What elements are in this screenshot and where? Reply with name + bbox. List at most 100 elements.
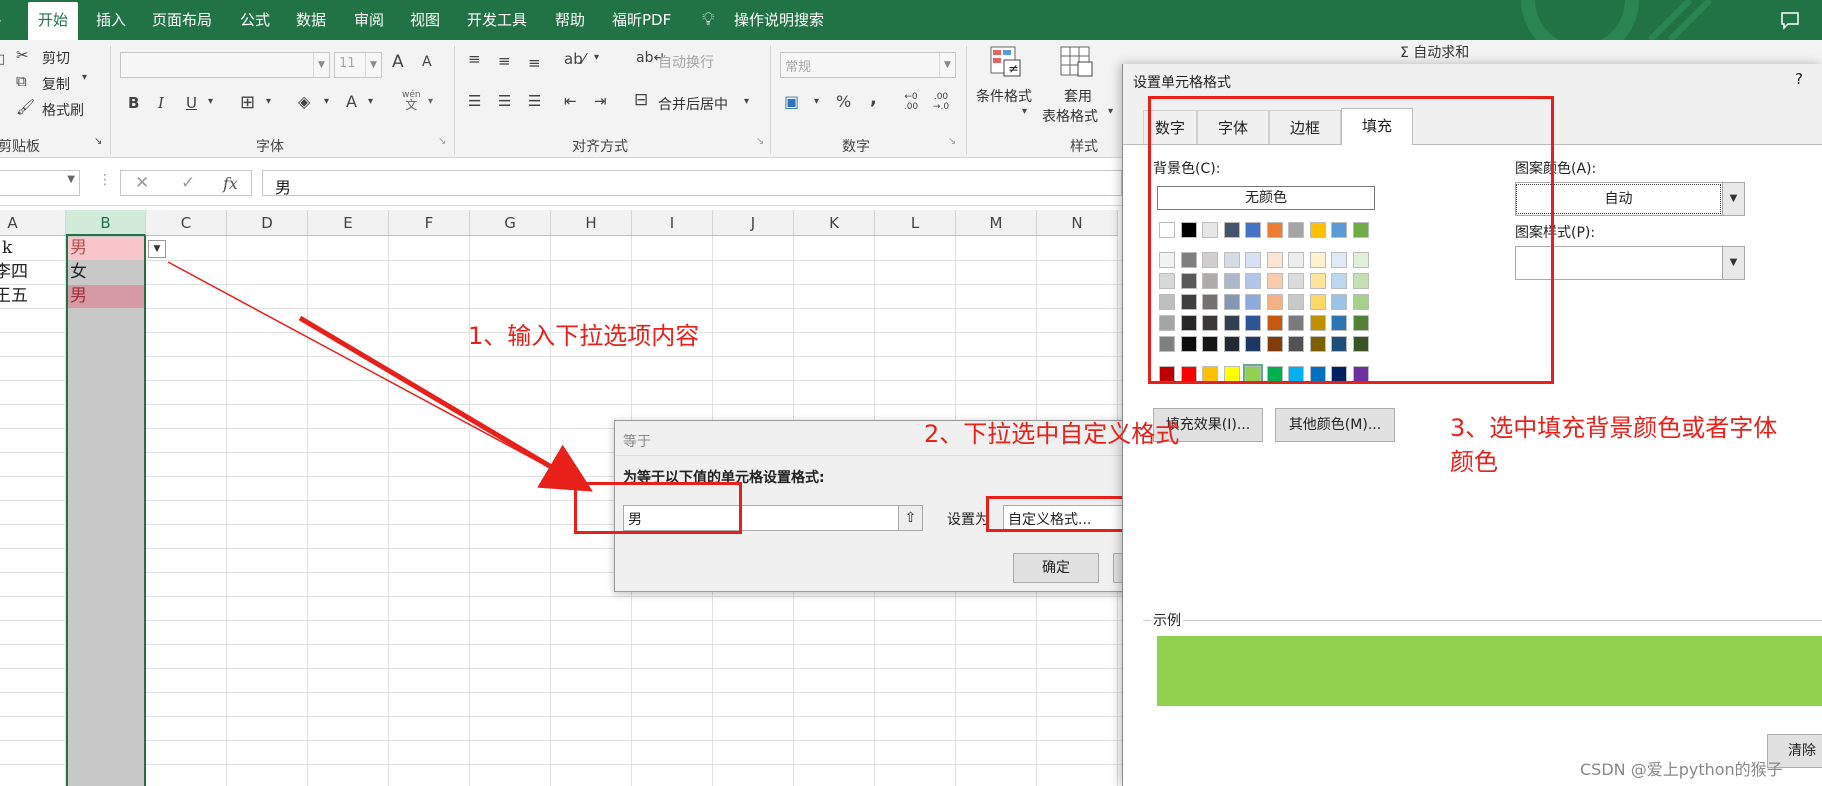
grow-font-button[interactable]: A — [392, 52, 404, 72]
italic-button[interactable]: I — [158, 94, 164, 112]
table-format-label-1[interactable]: 套用 — [1064, 86, 1092, 106]
selected-column-b[interactable] — [66, 236, 146, 786]
column-header-d[interactable]: D — [227, 210, 308, 236]
tab-page-layout[interactable]: 页面布局 — [152, 0, 212, 40]
font-color-icon[interactable]: A — [346, 92, 357, 111]
decrease-indent-icon[interactable]: ⇤ — [564, 92, 577, 110]
help-button[interactable]: ? — [1795, 70, 1803, 88]
paste-icon[interactable]: ▯ — [0, 52, 5, 67]
cell-a2[interactable]: 李四 — [0, 260, 28, 284]
copy-button[interactable]: 复制 — [42, 74, 70, 94]
tab-formulas[interactable]: 公式 — [240, 0, 270, 40]
tab-home[interactable]: 开始 — [28, 2, 79, 40]
merge-center-button[interactable]: 合并后居中 — [658, 94, 728, 114]
table-format-label-2[interactable]: 表格格式 — [1042, 106, 1098, 126]
insert-function-button[interactable]: fx — [223, 174, 238, 193]
font-color-dropdown-chevron-icon[interactable]: ▾ — [368, 96, 373, 107]
clipboard-launcher-icon[interactable]: ↘ — [94, 136, 102, 147]
tab-help[interactable]: 帮助 — [555, 0, 585, 40]
formula-input[interactable]: 男 — [262, 170, 1122, 197]
phonetic-guide-icon[interactable]: wén 文 — [402, 90, 421, 112]
accounting-chevron-icon[interactable]: ▾ — [814, 96, 819, 107]
align-center-icon[interactable]: ☰ — [498, 92, 511, 110]
underline-button[interactable]: U — [186, 94, 197, 112]
column-header-j[interactable]: J — [713, 210, 794, 236]
column-header-k[interactable]: K — [794, 210, 875, 236]
more-colors-button[interactable]: 其他颜色(M)... — [1275, 408, 1395, 442]
cell-b2[interactable]: 女 — [66, 260, 87, 284]
column-header-f[interactable]: F — [389, 210, 470, 236]
cell-b1[interactable]: 男 — [66, 236, 87, 260]
tell-me-search[interactable]: 操作说明搜索 — [734, 0, 824, 40]
name-box[interactable]: ▼ — [0, 170, 80, 196]
column-header-g[interactable]: G — [470, 210, 551, 236]
align-top-icon[interactable]: ≡ — [468, 50, 481, 68]
comma-button[interactable]: , — [870, 88, 877, 109]
file-tab-edge[interactable]: ‐ — [0, 0, 1, 40]
borders-icon[interactable]: ⊞ — [240, 92, 255, 113]
chevron-down-icon[interactable]: ▼ — [365, 53, 381, 77]
bold-button[interactable]: B — [128, 94, 139, 112]
dropdown-arrow-button[interactable]: ▼ — [148, 240, 166, 258]
font-launcher-icon[interactable]: ↘ — [438, 136, 446, 147]
font-size-combo[interactable]: 11 ▼ — [334, 52, 382, 78]
cancel-entry-icon[interactable]: ✕ — [135, 173, 149, 193]
column-header-e[interactable]: E — [308, 210, 389, 236]
cut-button[interactable]: 剪切 — [42, 48, 70, 68]
orientation-chevron-icon[interactable]: ▾ — [594, 52, 599, 63]
format-painter-button[interactable]: 格式刷 — [42, 100, 84, 120]
chevron-down-icon[interactable]: ▼ — [1722, 183, 1744, 215]
table-format-chevron-icon[interactable]: ▾ — [1108, 106, 1113, 117]
confirm-entry-icon[interactable]: ✓ — [181, 173, 195, 193]
column-header-m[interactable]: M — [956, 210, 1037, 236]
conditional-formatting-chevron-icon[interactable]: ▾ — [1022, 106, 1027, 117]
table-format-icon[interactable] — [1060, 46, 1094, 78]
orientation-icon[interactable]: ab⁄ — [564, 50, 585, 68]
align-middle-icon[interactable]: ≡ — [498, 52, 511, 70]
chevron-down-icon[interactable]: ▼ — [313, 53, 329, 77]
cell-a3[interactable]: 王五 — [0, 284, 28, 308]
autosum-button[interactable]: Σ 自动求和 — [1400, 42, 1469, 62]
font-name-combo[interactable]: ▼ — [120, 52, 330, 78]
chevron-down-icon[interactable]: ▼ — [939, 53, 955, 77]
fill-dropdown-chevron-icon[interactable]: ▾ — [324, 96, 329, 107]
tab-developer[interactable]: 开发工具 — [467, 0, 527, 40]
cell-b3[interactable]: 男 — [66, 284, 87, 308]
increase-decimal-button[interactable]: ←0 .00 — [900, 92, 922, 112]
ok-button[interactable]: 确定 — [1013, 553, 1099, 583]
fill-bucket-icon[interactable]: ◈ — [298, 92, 310, 111]
conditional-formatting-button[interactable]: 条件格式 — [976, 86, 1032, 106]
column-header-c[interactable]: C — [146, 210, 227, 236]
increase-indent-icon[interactable]: ⇥ — [594, 92, 607, 110]
column-header-h[interactable]: H — [551, 210, 632, 236]
copy-dropdown-chevron-icon[interactable]: ▾ — [82, 72, 87, 83]
column-header-b[interactable]: B — [66, 210, 146, 236]
collapse-dialog-icon[interactable]: ⇧ — [898, 506, 922, 530]
phonetic-dropdown-chevron-icon[interactable]: ▾ — [428, 96, 433, 107]
comments-icon[interactable] — [1780, 10, 1800, 30]
column-header-l[interactable]: L — [875, 210, 956, 236]
borders-dropdown-chevron-icon[interactable]: ▾ — [266, 96, 271, 107]
decrease-decimal-button[interactable]: .00 →.0 — [930, 92, 952, 112]
tab-foxit-pdf[interactable]: 福昕PDF — [612, 0, 671, 40]
align-bottom-icon[interactable]: ≡ — [528, 54, 541, 72]
column-header-i[interactable]: I — [632, 210, 713, 236]
number-launcher-icon[interactable]: ↘ — [948, 136, 956, 147]
number-format-combo[interactable]: 常规 ▼ — [780, 52, 956, 78]
percent-button[interactable]: % — [836, 92, 851, 111]
tab-data[interactable]: 数据 — [296, 0, 326, 40]
chevron-down-icon[interactable]: ▼ — [67, 174, 75, 185]
tab-insert[interactable]: 插入 — [96, 0, 126, 40]
conditional-formatting-icon[interactable]: ≠ — [990, 46, 1024, 78]
merge-chevron-icon[interactable]: ▾ — [744, 96, 749, 107]
align-left-icon[interactable]: ☰ — [468, 92, 481, 110]
tab-view[interactable]: 视图 — [410, 0, 440, 40]
chevron-down-icon[interactable]: ▼ — [1722, 247, 1744, 279]
shrink-font-button[interactable]: A — [422, 54, 432, 70]
alignment-launcher-icon[interactable]: ↘ — [756, 136, 764, 147]
tab-review[interactable]: 审阅 — [354, 0, 384, 40]
underline-dropdown-chevron-icon[interactable]: ▾ — [208, 96, 213, 107]
cell-a1[interactable]: k — [0, 236, 12, 260]
wrap-text-button[interactable]: 自动换行 — [658, 52, 714, 72]
align-right-icon[interactable]: ☰ — [528, 92, 541, 110]
